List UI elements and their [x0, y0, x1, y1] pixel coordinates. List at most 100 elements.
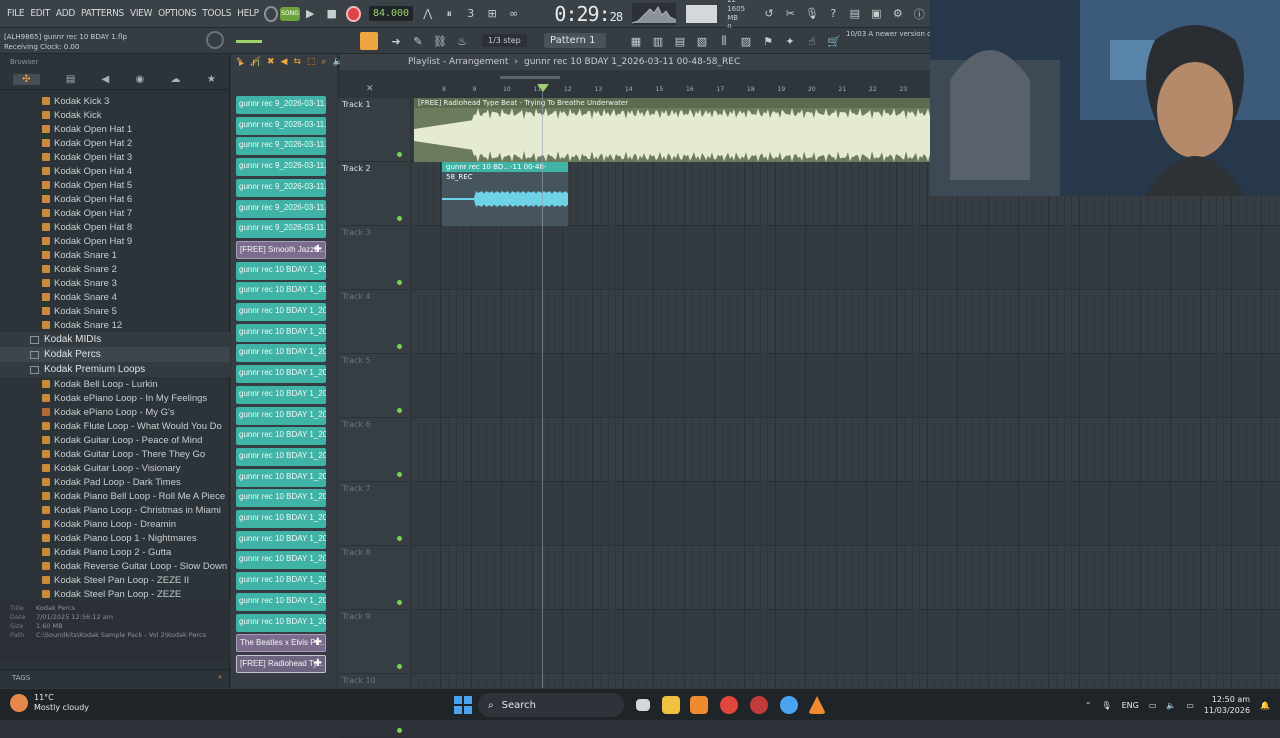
picker-audio-clip[interactable]: gunnr rec 9_2026-03-11... [236, 158, 326, 177]
browser-file-item[interactable]: Kodak Reverse Guitar Loop - Slow Down [0, 559, 230, 573]
save-icon[interactable]: ▣ [868, 4, 885, 24]
menu-patterns[interactable]: PATTERNS [78, 8, 127, 19]
close-icon[interactable]: ✕ [366, 84, 374, 94]
notification-icon[interactable]: 🔔 [1260, 701, 1270, 710]
picker-audio-clip[interactable]: gunnr rec 9_2026-03-11... [236, 220, 326, 239]
picker-audio-clip[interactable]: gunnr rec 10 BDAY 1_202... [236, 468, 326, 487]
track-mute-led[interactable] [397, 536, 402, 541]
picker-audio-clip[interactable]: gunnr rec 10 BDAY 1_202... [236, 385, 326, 404]
pattern-icon[interactable]: ▦ [626, 31, 646, 51]
playlist-scroll-thumb[interactable] [500, 76, 560, 79]
track-lane[interactable] [410, 546, 1280, 610]
browser-file-item[interactable]: Kodak Open Hat 1 [0, 122, 230, 136]
track-header[interactable]: Track 3 [338, 226, 408, 290]
menu-view[interactable]: VIEW [127, 8, 155, 19]
volume-icon[interactable]: 🔈 [1166, 701, 1176, 710]
picker-audio-clip[interactable]: gunnr rec 10 BDAY 1_202... [236, 282, 326, 301]
picker-pattern-clip[interactable]: [FREE] Radiohead Ty... ✚ [236, 654, 326, 673]
track-mute-led[interactable] [397, 344, 402, 349]
picker-audio-clip[interactable]: gunnr rec 10 BDAY 1_202... [236, 427, 326, 446]
picker-audio-clip[interactable]: gunnr rec 10 BDAY 1_202... [236, 572, 326, 591]
tools-icon[interactable]: ✂ [782, 4, 799, 24]
browser-file-item[interactable]: Kodak Open Hat 3 [0, 150, 230, 164]
track-lane[interactable] [410, 354, 1280, 418]
browser-file-item[interactable]: Kodak Piano Loop - Dreamin [0, 517, 230, 531]
help-icon[interactable]: ? [825, 4, 842, 24]
track-mute-led[interactable] [397, 280, 402, 285]
browser-file-item[interactable]: Kodak Kick [0, 108, 230, 122]
picker-audio-clip[interactable]: gunnr rec 9_2026-03-11... [236, 178, 326, 197]
link-icon[interactable]: ⛓ [430, 31, 450, 51]
channel-rack-icon[interactable]: ▧ [692, 31, 712, 51]
browser-file-item[interactable]: Kodak ePiano Loop - In My Feelings [0, 391, 230, 405]
picker-audio-clip[interactable]: gunnr rec 10 BDAY 1_202... [236, 530, 326, 549]
info-icon[interactable]: ⓘ [910, 4, 927, 24]
step-edit-icon[interactable]: ⊞ [483, 4, 500, 24]
picker-audio-clip[interactable]: gunnr rec 10 BDAY 1_202... [236, 489, 326, 508]
mute-tool-icon[interactable]: ◀ [281, 57, 288, 67]
piano-roll-icon[interactable]: ▤ [670, 31, 690, 51]
browser-file-item[interactable]: Kodak Steel Pan Loop - ZEZE II [0, 573, 230, 587]
browser-file-item[interactable]: Kodak Piano Bell Loop - Roll Me A Piece [0, 489, 230, 503]
menu-help[interactable]: HELP [234, 8, 262, 19]
browser-file-item[interactable]: Kodak Piano Loop 1 - Nightmares [0, 531, 230, 545]
pattern-select[interactable]: Pattern 1 [544, 33, 606, 48]
picker-audio-clip[interactable]: gunnr rec 10 BDAY 1_202... [236, 613, 326, 632]
track-mute-led[interactable] [397, 152, 402, 157]
file-explorer-icon[interactable] [662, 696, 680, 714]
browser-file-item[interactable]: Kodak Open Hat 4 [0, 164, 230, 178]
browser-file-item[interactable]: Kodak Flute Loop - What Would You Do [0, 419, 230, 433]
track-mute-led[interactable] [397, 408, 402, 413]
browser-file-item[interactable]: Kodak Snare 3 [0, 276, 230, 290]
browser-file-item[interactable]: Kodak Piano Loop - Christmas in Miami [0, 503, 230, 517]
picker-audio-clip[interactable]: gunnr rec 10 BDAY 1_202... [236, 406, 326, 425]
browser-tab-library-icon[interactable]: ◉ [136, 74, 145, 85]
browser-folder-item[interactable]: Kodak Premium Loops [0, 362, 230, 377]
vlc-icon[interactable] [808, 696, 826, 714]
menu-edit[interactable]: EDIT [27, 8, 53, 19]
add-clip-icon[interactable]: ✚ [314, 244, 322, 255]
picker-audio-clip[interactable]: gunnr rec 9_2026-03-11... [236, 116, 326, 135]
task-view-icon[interactable] [636, 699, 650, 711]
browser-file-item[interactable]: Kodak Bell Loop - Lurkin [0, 377, 230, 391]
browser-folder-item[interactable]: Kodak MIDIs [0, 332, 230, 347]
track-mute-led[interactable] [397, 472, 402, 477]
track-header[interactable]: Track 9 [338, 610, 408, 674]
audio-clip-radiohead[interactable]: [FREE] Radiohead Type Beat - Trying To B… [414, 98, 930, 162]
menu-options[interactable]: OPTIONS [155, 8, 199, 19]
picker-audio-clip[interactable]: gunnr rec 10 BDAY 1_202... [236, 365, 326, 384]
browser-file-item[interactable]: Kodak Pad Loop - Dark Times [0, 475, 230, 489]
play-button[interactable]: ▶ [302, 4, 319, 24]
picker-audio-clip[interactable]: gunnr rec 9_2026-03-11... [236, 137, 326, 156]
browser-tab-cloud-icon[interactable]: ☁ [171, 74, 181, 85]
browser-file-item[interactable]: Kodak Snare 5 [0, 304, 230, 318]
playlist-scrollbar[interactable] [340, 70, 930, 84]
browser-file-item[interactable]: Kodak Snare 1 [0, 248, 230, 262]
metronome-icon[interactable]: ⋀ [419, 4, 436, 24]
undo-history-icon[interactable]: ↺ [760, 4, 777, 24]
plugin-db-icon[interactable]: ⚑ [758, 31, 778, 51]
taskbar-search[interactable]: ⌕ Search [478, 693, 624, 717]
browser-tab-favorites-icon[interactable]: ★ [207, 74, 216, 85]
browser-tab-all-icon[interactable]: ✣ [13, 74, 40, 85]
time-display[interactable]: 0:29:28 [554, 2, 623, 26]
browser-window-icon[interactable]: ▨ [736, 31, 756, 51]
obs-icon[interactable] [750, 696, 768, 714]
master-volume-slider[interactable] [236, 40, 262, 43]
tray-overflow-icon[interactable]: ⌃ [1085, 701, 1092, 710]
touch-icon[interactable]: ☝ [802, 31, 822, 51]
playhead-line[interactable] [542, 84, 543, 688]
microphone-icon[interactable]: 🎙 [803, 4, 820, 24]
track-header[interactable]: Track 8 [338, 546, 408, 610]
menu-add[interactable]: ADD [53, 8, 78, 19]
browser-file-item[interactable]: Kodak Snare 2 [0, 262, 230, 276]
picker-pattern-clip[interactable]: The Beatles x Elvis Pr... ✚ [236, 634, 326, 653]
track-header[interactable]: Track 1 [338, 98, 408, 162]
master-knob-icon[interactable] [206, 31, 224, 49]
browser-file-item[interactable]: Kodak Open Hat 5 [0, 178, 230, 192]
track-mute-led[interactable] [397, 664, 402, 669]
arrow-icon[interactable]: ➜ [386, 31, 406, 51]
browser-file-item[interactable]: Kodak Kick 3 [0, 94, 230, 108]
browser-file-item[interactable]: Kodak Open Hat 7 [0, 206, 230, 220]
browser-file-item[interactable]: Kodak Piano Loop 2 - Gutta [0, 545, 230, 559]
